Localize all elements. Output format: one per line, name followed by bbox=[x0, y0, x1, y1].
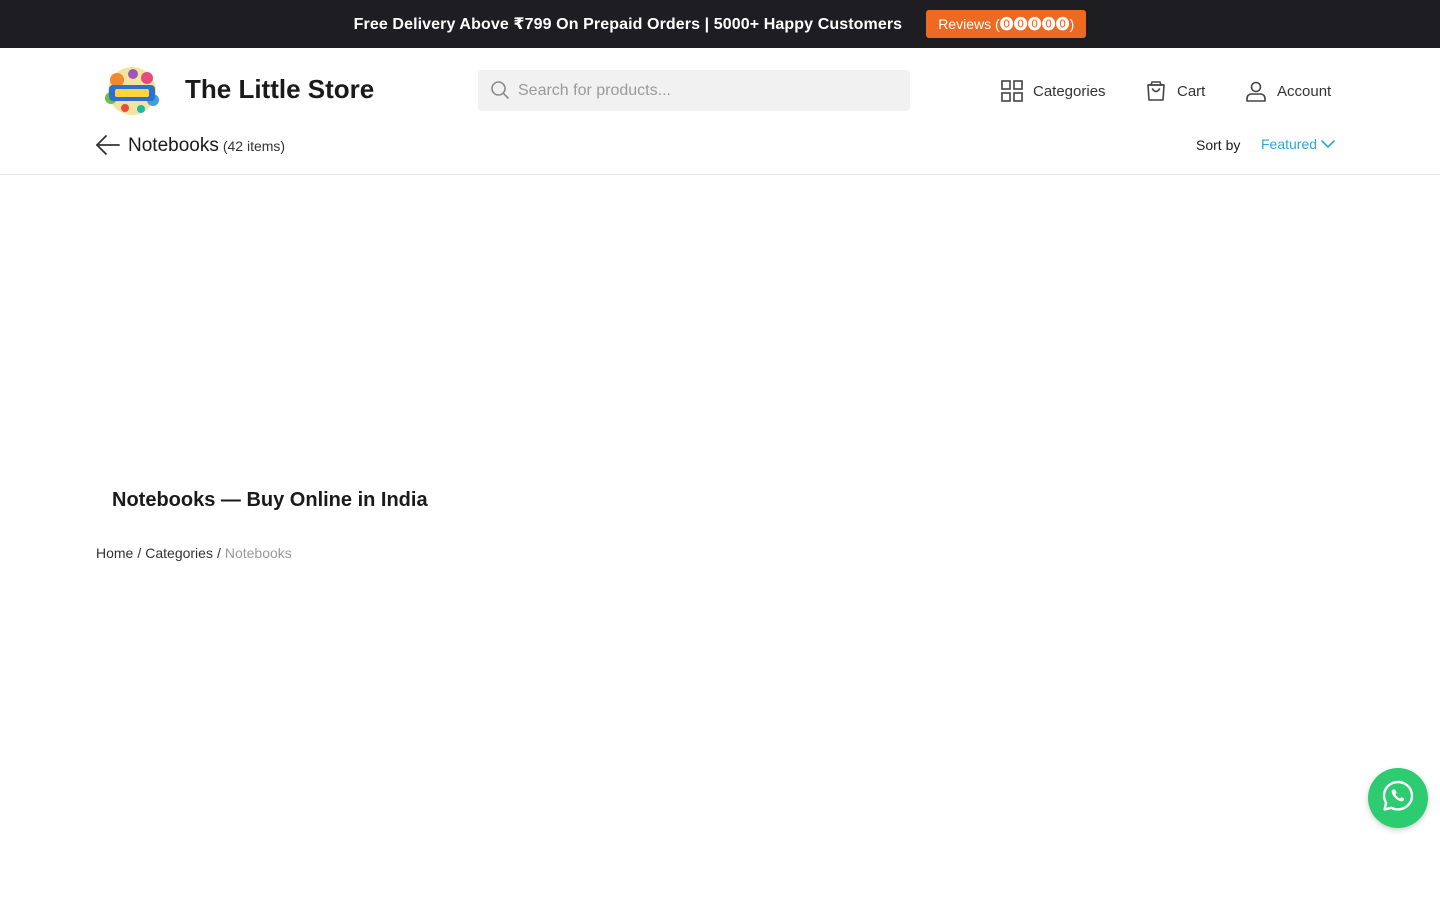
promo-bar: Free Delivery Above ₹799 On Prepaid Orde… bbox=[0, 0, 1440, 48]
breadcrumb-current: Notebooks bbox=[224, 545, 292, 561]
grid-icon bbox=[1001, 80, 1023, 102]
search-input[interactable] bbox=[518, 70, 898, 111]
bag-icon bbox=[1145, 80, 1167, 102]
search-box[interactable] bbox=[478, 70, 910, 111]
site-header: The Little Store Categories bbox=[0, 48, 1440, 132]
user-icon bbox=[1245, 80, 1267, 102]
breadcrumb-separator: / bbox=[137, 545, 142, 561]
store-name[interactable]: The Little Store bbox=[185, 72, 374, 106]
nav-cart[interactable]: Cart bbox=[1145, 78, 1205, 104]
search-icon bbox=[490, 80, 510, 100]
nav-cart-label: Cart bbox=[1177, 82, 1206, 100]
sort-dropdown[interactable]: Featured bbox=[1261, 135, 1335, 153]
category-title: Notebooks bbox=[128, 135, 219, 156]
seo-heading: Notebooks — Buy Online in India bbox=[112, 489, 428, 511]
nav-account[interactable]: Account bbox=[1245, 78, 1331, 104]
store-logo[interactable] bbox=[97, 62, 167, 116]
breadcrumb-separator: / bbox=[216, 545, 221, 561]
sort-label: Sort by bbox=[1196, 137, 1241, 153]
breadcrumb-categories[interactable]: Categories bbox=[145, 544, 213, 562]
breadcrumb: Home / Categories / Notebooks bbox=[96, 544, 292, 562]
sort-value: Featured bbox=[1261, 136, 1318, 152]
whatsapp-icon bbox=[1381, 779, 1415, 818]
reviews-button[interactable]: Reviews (⓿⓿⓿⓿⓿) bbox=[926, 10, 1087, 38]
chevron-down-icon bbox=[1321, 135, 1335, 153]
back-arrow-icon[interactable] bbox=[95, 134, 121, 156]
promo-text: Free Delivery Above ₹799 On Prepaid Orde… bbox=[353, 16, 903, 33]
whatsapp-button[interactable] bbox=[1368, 768, 1428, 828]
breadcrumb-home[interactable]: Home bbox=[96, 544, 133, 562]
nav-categories-label: Categories bbox=[1033, 82, 1106, 100]
listing-toolbar: Notebooks (42 items) Sort by Featured bbox=[0, 132, 1440, 175]
nav-account-label: Account bbox=[1277, 82, 1332, 100]
nav-categories[interactable]: Categories bbox=[1001, 78, 1106, 104]
item-count: (42 items) bbox=[222, 138, 286, 154]
page-title: Notebooks (42 items) bbox=[128, 133, 285, 159]
